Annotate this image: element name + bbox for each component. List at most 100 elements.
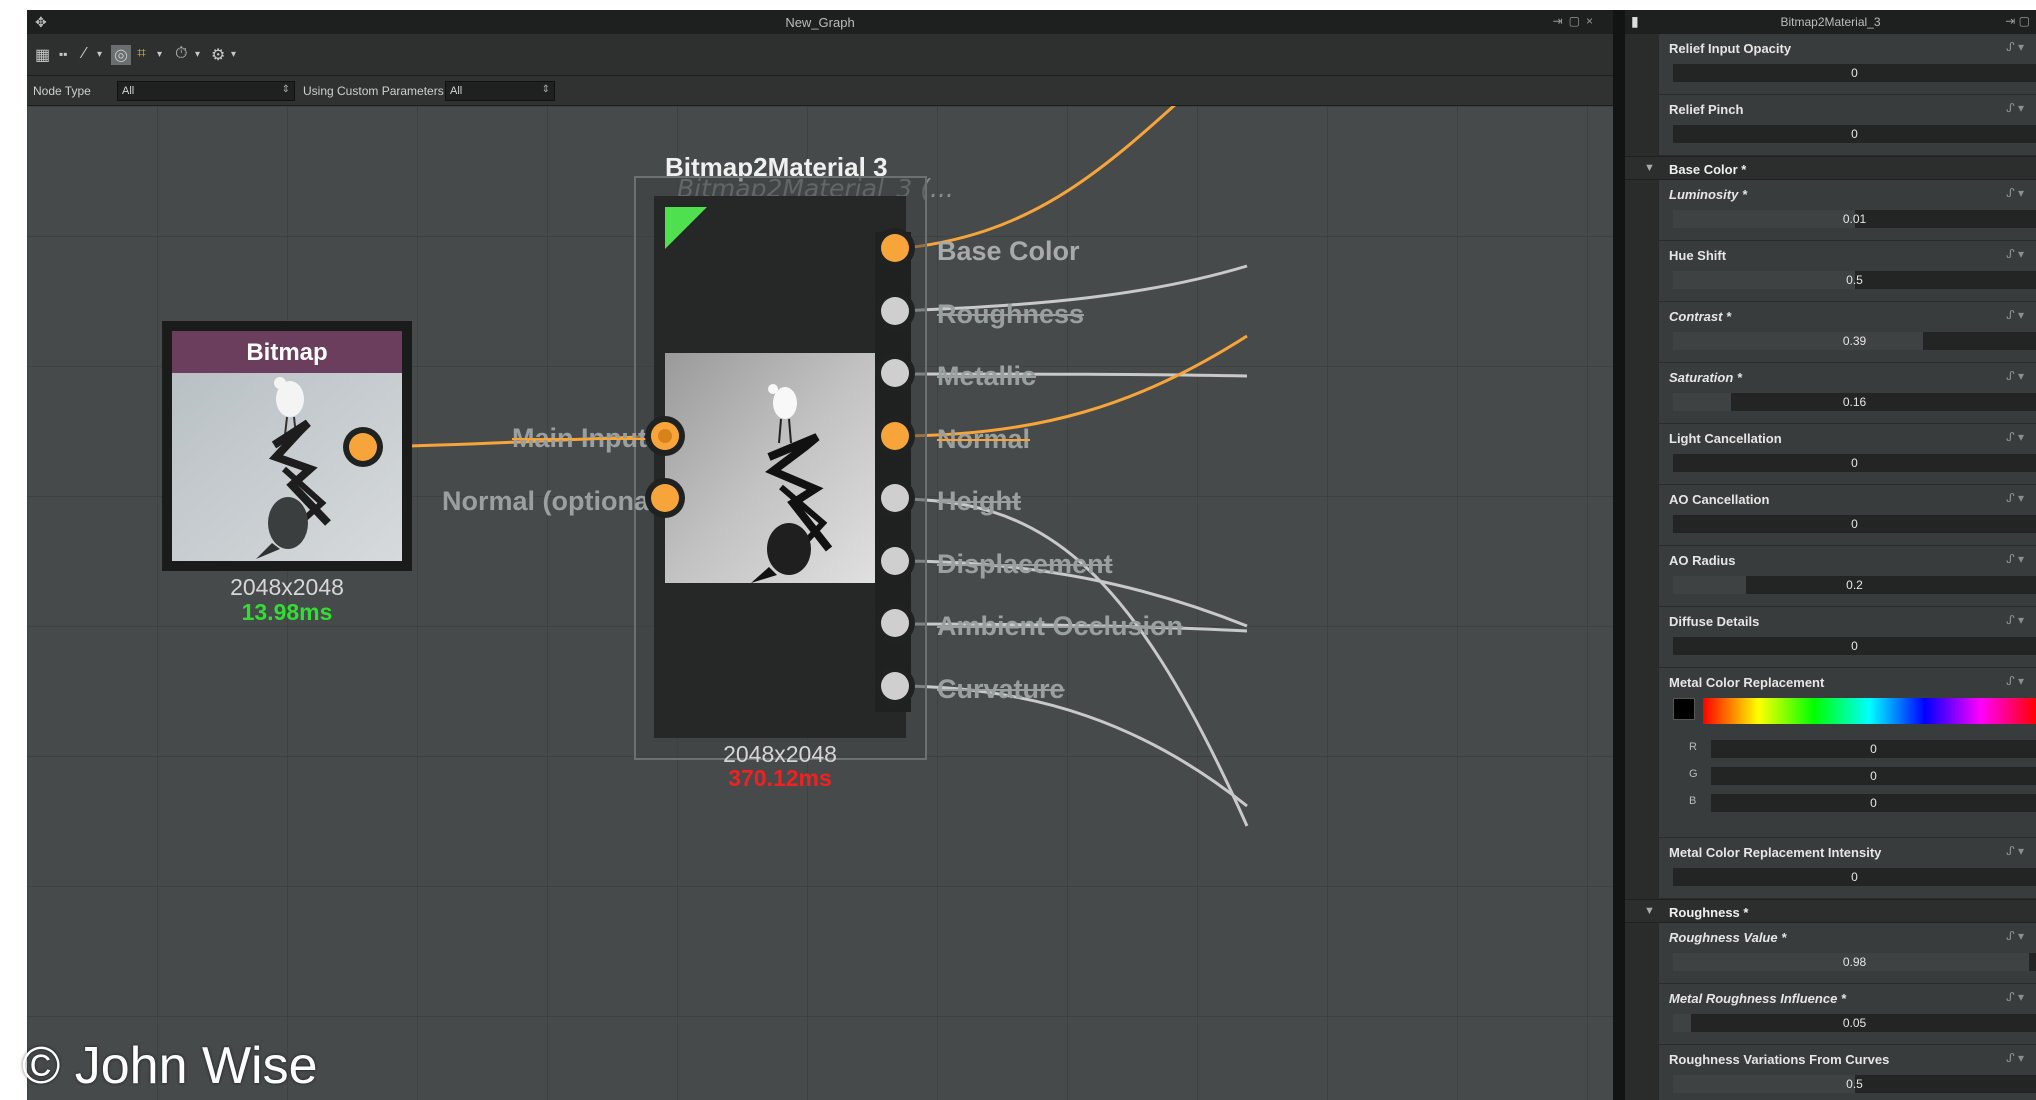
normal-optional-input-port[interactable] [645, 478, 685, 518]
param-label: Relief Input Opacity [1669, 41, 1792, 56]
node-graph-canvas[interactable]: Bitmap 2048x2048 13.98ms Bitmap2Material… [27, 106, 1613, 1100]
snap-icon[interactable]: ◎ [111, 45, 131, 65]
frame-all-icon[interactable]: ▦ [35, 45, 50, 65]
section-label: Base Color * [1669, 162, 1747, 177]
slider-light-cancellation[interactable]: 0 [1673, 454, 2036, 472]
slider-metal-color-replacement-intensity[interactable]: 0 [1673, 868, 2036, 886]
param-function-icon[interactable]: ᔑ ▾ [2006, 491, 2024, 505]
slider-relief-pinch[interactable]: 0 [1673, 125, 2036, 143]
slider-contrast[interactable]: 0.39 [1673, 332, 2036, 350]
channel-r-field[interactable]: 0 [1711, 740, 2036, 758]
channel-b-field[interactable]: 0 [1711, 794, 2036, 812]
bitmap-node-header: Bitmap [172, 331, 402, 373]
collapse-arrow-icon[interactable]: ▼ [1644, 162, 1655, 174]
param-label: Light Cancellation [1669, 431, 1782, 446]
param-function-icon[interactable]: ᔑ ▾ [2006, 844, 2024, 858]
graph-titlebar: ✥ New_Graph ⇥▢× [27, 10, 1613, 34]
param-function-icon[interactable]: ᔑ ▾ [2006, 186, 2024, 200]
node-type-select[interactable]: All ⇕ [117, 81, 295, 101]
panel-splitter[interactable] [1613, 10, 1625, 1100]
param-function-icon[interactable]: ᔑ ▾ [2006, 552, 2024, 566]
param-function-icon[interactable]: ᔑ ▾ [2006, 674, 2024, 688]
param-label: Metal Roughness Influence * [1669, 991, 1846, 1006]
settings-dropdown-icon[interactable]: ▾ [231, 49, 236, 60]
slider-hue-shift[interactable]: 0.5 [1673, 271, 2036, 289]
section-roughness[interactable]: ▼ Roughness * [1625, 899, 2036, 923]
output-port-ambient-occlusion[interactable] [875, 603, 915, 643]
timer-dropdown-icon[interactable]: ▾ [195, 49, 200, 60]
main-input-port[interactable] [645, 416, 685, 456]
port-label-ambient-occlusion: Ambient Occlusion [937, 611, 1184, 641]
slider-saturation[interactable]: 0.16 [1673, 393, 2036, 411]
timer-icon[interactable]: ⏱ [175, 45, 187, 63]
output-port-roughness[interactable] [875, 291, 915, 331]
bitmap-thumbnail [172, 373, 402, 561]
grid-dropdown-icon[interactable]: ▾ [157, 49, 162, 60]
slider-metal-roughness-influence[interactable]: 0.05 [1673, 1014, 2036, 1032]
custom-params-select[interactable]: All ⇕ [445, 81, 555, 101]
color-swatch[interactable] [1673, 698, 1695, 720]
param-luminosity: Luminosity * ᔑ ▾ 0.01 [1659, 180, 2036, 241]
param-function-icon[interactable]: ᔑ ▾ [2006, 990, 2024, 1004]
output-port-base-color[interactable] [875, 228, 915, 268]
param-function-icon[interactable]: ᔑ ▾ [2006, 369, 2024, 383]
output-port-displacement[interactable] [875, 541, 915, 581]
param-function-icon[interactable]: ᔑ ▾ [2006, 929, 2024, 943]
properties-body: Relief Input Opacity ᔑ ▾ 0 Relief Pinch … [1625, 34, 2036, 1100]
output-port-curvature[interactable] [875, 666, 915, 706]
param-label: Saturation * [1669, 370, 1742, 385]
graph-toolbar: ▦ ▪▪ ⁄ ▾ ◎ ⌗ ▾ ⏱ ▾ ⚙ ▾ [27, 34, 1613, 76]
settings-gear-icon[interactable]: ⚙ [211, 45, 225, 65]
param-light-cancellation: Light Cancellation ᔑ ▾ 0 [1659, 424, 2036, 485]
param-diffuse-details: Diffuse Details ᔑ ▾ 0 [1659, 607, 2036, 668]
port-label-height: Height [937, 486, 1021, 516]
slider-roughness-variations-from-curves[interactable]: 0.5 [1673, 1075, 2036, 1093]
grid-toggle-icon[interactable]: ⌗ [137, 45, 146, 63]
properties-panel: ▮ Bitmap2Material_3 ⇥ ▢ Relief Input Opa… [1625, 10, 2036, 1100]
pen-icon[interactable]: ⁄ [83, 45, 86, 63]
collapse-arrow-icon[interactable]: ▼ [1644, 905, 1655, 917]
param-function-icon[interactable]: ᔑ ▾ [2006, 40, 2024, 54]
param-metal-roughness-influence: Metal Roughness Influence * ᔑ ▾ 0.05 [1659, 984, 2036, 1045]
param-label: Contrast * [1669, 309, 1732, 324]
properties-window-controls[interactable]: ⇥ ▢ [2005, 14, 2030, 28]
color-channel-r: R 0 [1659, 736, 2036, 762]
color-channel-b: B 0 [1659, 790, 2036, 816]
pen-dropdown-icon[interactable]: ▾ [97, 49, 102, 60]
custom-params-select-value: All [450, 85, 463, 97]
output-port-metallic[interactable] [875, 353, 915, 393]
hue-spectrum[interactable] [1703, 698, 2036, 724]
param-function-icon[interactable]: ᔑ ▾ [2006, 430, 2024, 444]
node-type-select-value: All [122, 85, 135, 97]
graph-window-controls[interactable]: ⇥▢× [1553, 14, 1599, 28]
param-relief-pinch: Relief Pinch ᔑ ▾ 0 [1659, 95, 2036, 156]
output-port-normal[interactable] [875, 416, 915, 456]
chevron-down-icon: ⇕ [541, 84, 550, 95]
param-function-icon[interactable]: ᔑ ▾ [2006, 1051, 2024, 1065]
custom-params-filter-label: Using Custom Parameters [303, 84, 444, 98]
slider-diffuse-details[interactable]: 0 [1673, 637, 2036, 655]
compact-view-icon[interactable]: ▪▪ [59, 47, 68, 61]
slider-ao-radius[interactable]: 0.2 [1673, 576, 2036, 594]
param-label: Diffuse Details [1669, 614, 1760, 629]
param-function-icon[interactable]: ᔑ ▾ [2006, 613, 2024, 627]
graph-view: ✥ New_Graph ⇥▢× ▦ ▪▪ ⁄ ▾ ◎ ⌗ ▾ ⏱ ▾ ⚙ ▾ N… [27, 10, 1613, 1100]
slider-roughness-value[interactable]: 0.98 [1673, 953, 2036, 971]
slider-relief-input-opacity[interactable]: 0 [1673, 64, 2036, 82]
color-channel-g: G 0 [1659, 763, 2036, 789]
bitmap-output-port[interactable] [343, 427, 383, 467]
param-function-icon[interactable]: ᔑ ▾ [2006, 101, 2024, 115]
slider-luminosity[interactable]: 0.01 [1673, 210, 2036, 228]
port-label-roughness: Roughness [937, 299, 1085, 329]
param-function-icon[interactable]: ᔑ ▾ [2006, 308, 2024, 322]
param-ao-cancellation: AO Cancellation ᔑ ▾ 0 [1659, 485, 2036, 546]
port-label-displacement: Displacement [937, 549, 1113, 579]
slider-ao-cancellation[interactable]: 0 [1673, 515, 2036, 533]
param-label: Roughness Value * [1669, 930, 1787, 945]
output-port-height[interactable] [875, 478, 915, 518]
param-function-icon[interactable]: ᔑ ▾ [2006, 247, 2024, 261]
section-base-color[interactable]: ▼ Base Color * [1625, 156, 2036, 180]
param-metal-color-replacement: Metal Color Replacement ᔑ ▾ R 0 G 0 B 0 [1659, 668, 2036, 838]
channel-g-field[interactable]: 0 [1711, 767, 2036, 785]
chevron-down-icon: ⇕ [281, 84, 290, 95]
